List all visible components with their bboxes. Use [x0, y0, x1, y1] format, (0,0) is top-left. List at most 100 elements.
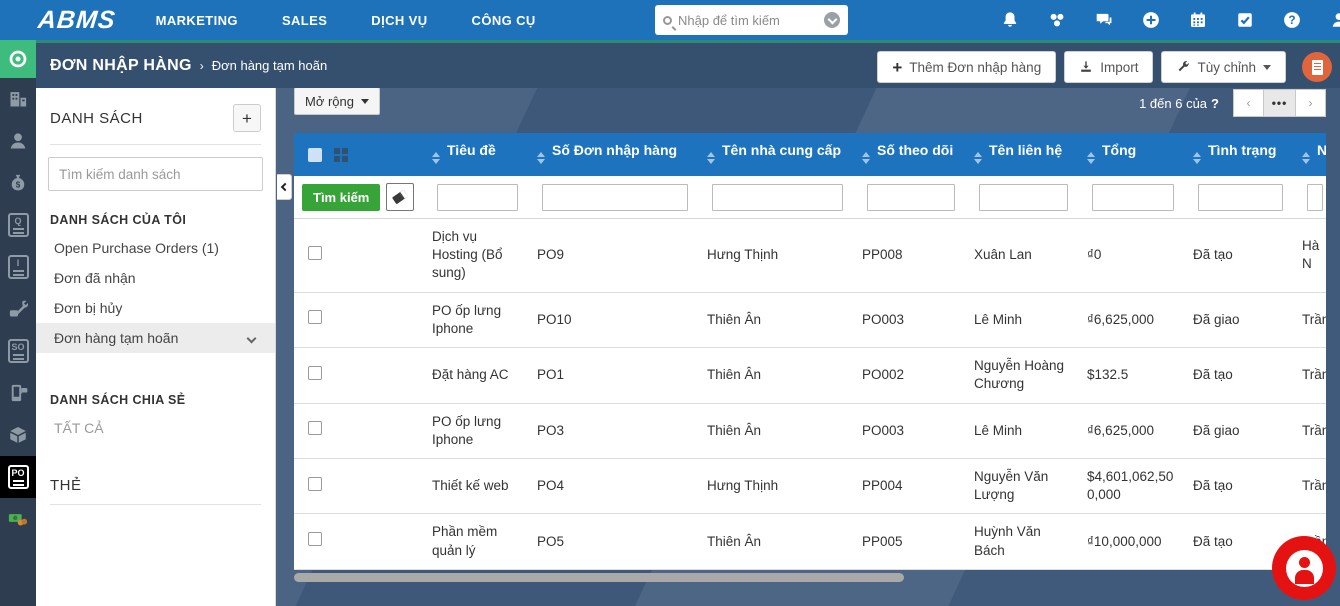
chevron-down-icon[interactable] [246, 333, 257, 343]
row-checkbox[interactable] [308, 532, 322, 547]
sort-icon [974, 148, 982, 168]
next-page-button[interactable]: › [1295, 89, 1326, 117]
cell-clipped: Trần [1294, 292, 1326, 349]
page-menu-button[interactable]: ••• [1264, 89, 1295, 117]
rail-deals-item[interactable]: $ [0, 162, 36, 204]
rail-payments-item[interactable] [0, 498, 36, 540]
support-widget-button[interactable] [1272, 536, 1336, 600]
clear-filters-button[interactable] [386, 183, 415, 211]
support-person-icon [1285, 549, 1323, 587]
global-search [655, 5, 848, 35]
sort-icon [707, 148, 715, 168]
apps-icon[interactable] [1048, 11, 1066, 29]
row-checkbox[interactable] [308, 310, 322, 325]
select-all-checkbox[interactable] [308, 147, 322, 162]
rail-products-item[interactable] [0, 414, 36, 456]
page-header-band: ĐƠN NHẬP HÀNG › Đơn hàng tạm hoãn + Thêm… [36, 40, 1340, 88]
import-button[interactable]: Import [1064, 51, 1154, 83]
cell-vendor: Thiên Ân [699, 347, 854, 404]
rail-sales-orders-item[interactable]: SO [0, 330, 36, 372]
sidebar-item-don-da-nhan[interactable]: Đơn đã nhận [36, 263, 275, 293]
rail-quotes-item[interactable]: Q [0, 204, 36, 246]
row-checkbox[interactable] [308, 476, 322, 491]
eraser-icon [392, 189, 409, 205]
table-row: Đặt hàng AC PO1 Thiên Ân PO002 Nguyễn Ho… [294, 347, 1326, 404]
cell-contact: Lê Minh [966, 292, 1079, 349]
document-badge-button[interactable] [1302, 52, 1332, 82]
svg-text:?: ? [1288, 13, 1295, 27]
column-header-status[interactable]: Tình trạng [1185, 133, 1294, 176]
tasks-icon[interactable] [1236, 11, 1254, 29]
menu-dich-vu[interactable]: DỊCH VỤ [371, 13, 427, 28]
cell-total: ₫0 [1079, 218, 1185, 293]
sidebar-item-don-hang-tam-hoan[interactable]: Đơn hàng tạm hoãn [36, 323, 275, 353]
cell-title: Thiết kế web [424, 458, 529, 515]
sidebar-item-open-purchase-orders[interactable]: Open Purchase Orders (1) [36, 233, 275, 263]
customize-button[interactable]: Tùy chỉnh [1161, 51, 1286, 83]
sidebar-item-tat-ca[interactable]: TẤT CẢ [36, 413, 275, 443]
plus-icon: + [892, 57, 903, 77]
rail-services-item[interactable] [0, 288, 36, 330]
bell-icon[interactable] [1001, 11, 1019, 29]
filter-input-title[interactable] [437, 183, 518, 211]
sort-icon [862, 148, 870, 168]
breadcrumb-separator: › [199, 58, 204, 73]
help-icon[interactable]: ? [1283, 11, 1301, 29]
user-icon[interactable] [1330, 11, 1340, 29]
cell-total: ₫6,625,000 [1079, 292, 1185, 349]
rail-company-item[interactable] [0, 78, 36, 120]
filter-input-tracking[interactable] [867, 183, 955, 211]
calendar-icon[interactable] [1189, 11, 1207, 29]
plus-circle-icon[interactable] [1142, 11, 1160, 29]
quote-doc-icon: Q [7, 213, 29, 237]
menu-sales[interactable]: SALES [282, 13, 327, 28]
filter-input-clipped[interactable] [1307, 183, 1323, 211]
filter-input-status[interactable] [1198, 183, 1283, 211]
filter-input-total[interactable] [1092, 183, 1174, 211]
cell-title: PO ốp lưng Iphone [424, 403, 529, 459]
rail-sms-item[interactable] [0, 372, 36, 414]
prev-page-button[interactable]: ‹ [1233, 89, 1264, 117]
column-header-contact[interactable]: Tên liên hệ [966, 133, 1079, 176]
list-search-input[interactable] [48, 157, 263, 191]
cell-vendor: Thiên Ân [699, 292, 854, 349]
rail-target-item[interactable] [0, 40, 36, 78]
cash-icon [8, 514, 28, 526]
grid-view-icon[interactable] [334, 147, 348, 162]
svg-text:$: $ [16, 180, 21, 189]
cell-title: Phần mềm quản lý [424, 513, 529, 570]
top-icons: ? [1001, 0, 1340, 40]
column-header-total[interactable]: Tổng [1079, 133, 1185, 176]
abms-logo[interactable]: ABMS [36, 6, 118, 35]
sidebar-collapse-button[interactable] [277, 174, 292, 200]
rail-invoices-item[interactable]: I [0, 246, 36, 288]
horizontal-scrollbar-thumb[interactable] [294, 572, 904, 582]
search-scope-dropdown-icon[interactable] [824, 12, 840, 28]
column-header-vendor[interactable]: Tên nhà cung cấp [699, 133, 854, 176]
breadcrumb-module[interactable]: ĐƠN NHẬP HÀNG [50, 57, 192, 75]
cell-clipped: Trần [1294, 458, 1326, 515]
rail-contacts-item[interactable] [0, 120, 36, 162]
divider [50, 504, 261, 505]
add-list-button[interactable]: + [233, 104, 261, 132]
row-checkbox[interactable] [308, 365, 322, 380]
menu-marketing[interactable]: MARKETING [156, 13, 238, 28]
rail-purchase-orders-item[interactable]: PO [0, 456, 36, 498]
cell-tracking: PO002 [854, 347, 966, 404]
menu-cong-cu[interactable]: CÔNG CỤ [472, 13, 536, 28]
table-search-button[interactable]: Tìm kiếm [302, 183, 381, 211]
column-header-title[interactable]: Tiêu đề [424, 133, 529, 176]
expand-button[interactable]: Mở rộng [294, 87, 380, 115]
filter-input-po-number[interactable] [542, 183, 688, 211]
global-search-input[interactable] [678, 12, 818, 28]
chat-icon[interactable] [1095, 11, 1113, 29]
column-header-po-number[interactable]: Số Đơn nhập hàng [529, 133, 699, 176]
column-header-tracking[interactable]: Số theo dõi [854, 133, 966, 176]
column-header-clipped[interactable]: N [1294, 133, 1326, 176]
filter-input-contact[interactable] [979, 183, 1068, 211]
add-purchase-order-button[interactable]: + Thêm Đơn nhập hàng [877, 51, 1057, 83]
sidebar-item-don-bi-huy[interactable]: Đơn bị hủy [36, 293, 275, 323]
row-checkbox[interactable] [308, 421, 322, 436]
row-checkbox[interactable] [308, 245, 322, 260]
filter-input-vendor[interactable] [712, 183, 843, 211]
